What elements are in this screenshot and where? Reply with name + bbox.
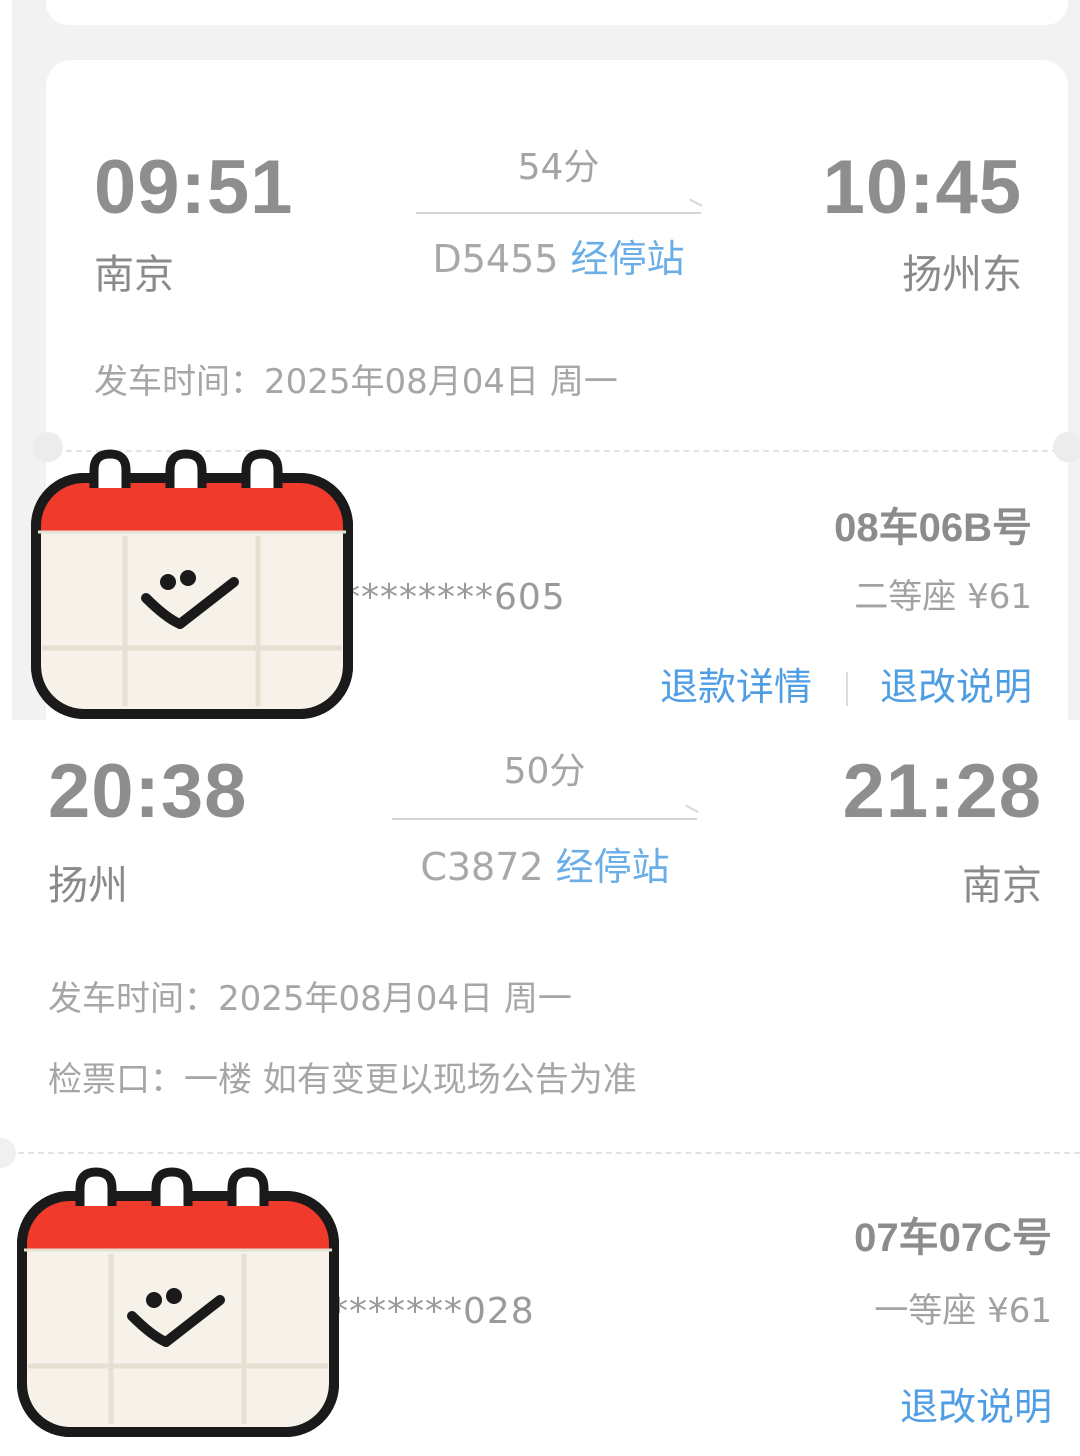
stops-link[interactable]: 经停站 <box>556 845 670 889</box>
arrive-time: 21:28 <box>842 749 1042 834</box>
train-info: C3872 经停站 <box>380 848 710 886</box>
change-rules-link[interactable]: 退改说明 <box>900 1388 1052 1426</box>
calendar-sticker-icon <box>16 1166 346 1456</box>
depart-date: 发车时间：2025年08月04日 周一 <box>94 362 618 402</box>
arrive-station: 扬州东 <box>902 252 1022 298</box>
calendar-sticker-graphic <box>31 449 353 719</box>
arrive-time: 10:45 <box>822 145 1022 230</box>
seat-number: 08车06B号 <box>834 506 1032 550</box>
train-info: D5455 经停站 <box>396 240 721 278</box>
change-rules-link[interactable]: 退改说明 <box>880 668 1032 706</box>
left-edge <box>0 0 12 720</box>
ticket-gate: 检票口：一楼 如有变更以现场公告为准 <box>48 1060 637 1100</box>
depart-date: 发车时间：2025年08月04日 周一 <box>48 979 572 1019</box>
trip-duration: 54分 <box>517 147 600 188</box>
calendar-sticker-graphic <box>17 1167 339 1437</box>
seat-class-price: 二等座 ¥61 <box>854 577 1032 617</box>
depart-time: 09:51 <box>94 145 294 230</box>
stops-link[interactable]: 经停站 <box>571 237 685 281</box>
refund-detail-link[interactable]: 退款详情 <box>660 668 812 706</box>
seat-class-price: 一等座 ¥61 <box>874 1291 1052 1331</box>
route-arrow <box>416 212 701 214</box>
link-separator <box>846 672 848 706</box>
train-number: C3872 <box>420 845 544 889</box>
depart-station: 扬州 <box>48 863 128 909</box>
train-number: D5455 <box>432 237 559 281</box>
previous-card <box>46 0 1068 25</box>
masked-id-number: *******028 <box>330 1291 535 1332</box>
depart-station: 南京 <box>94 252 174 298</box>
route-arrow <box>392 818 697 820</box>
ticket-divider <box>18 1152 1080 1154</box>
calendar-sticker-icon <box>30 448 360 738</box>
masked-id-number: ********605 <box>342 577 566 618</box>
arrive-station: 南京 <box>962 863 1042 909</box>
trip-duration: 50分 <box>503 751 586 792</box>
ticket-notch-right <box>1053 432 1080 462</box>
depart-time: 20:38 <box>48 749 248 834</box>
seat-number: 07车07C号 <box>854 1216 1052 1260</box>
